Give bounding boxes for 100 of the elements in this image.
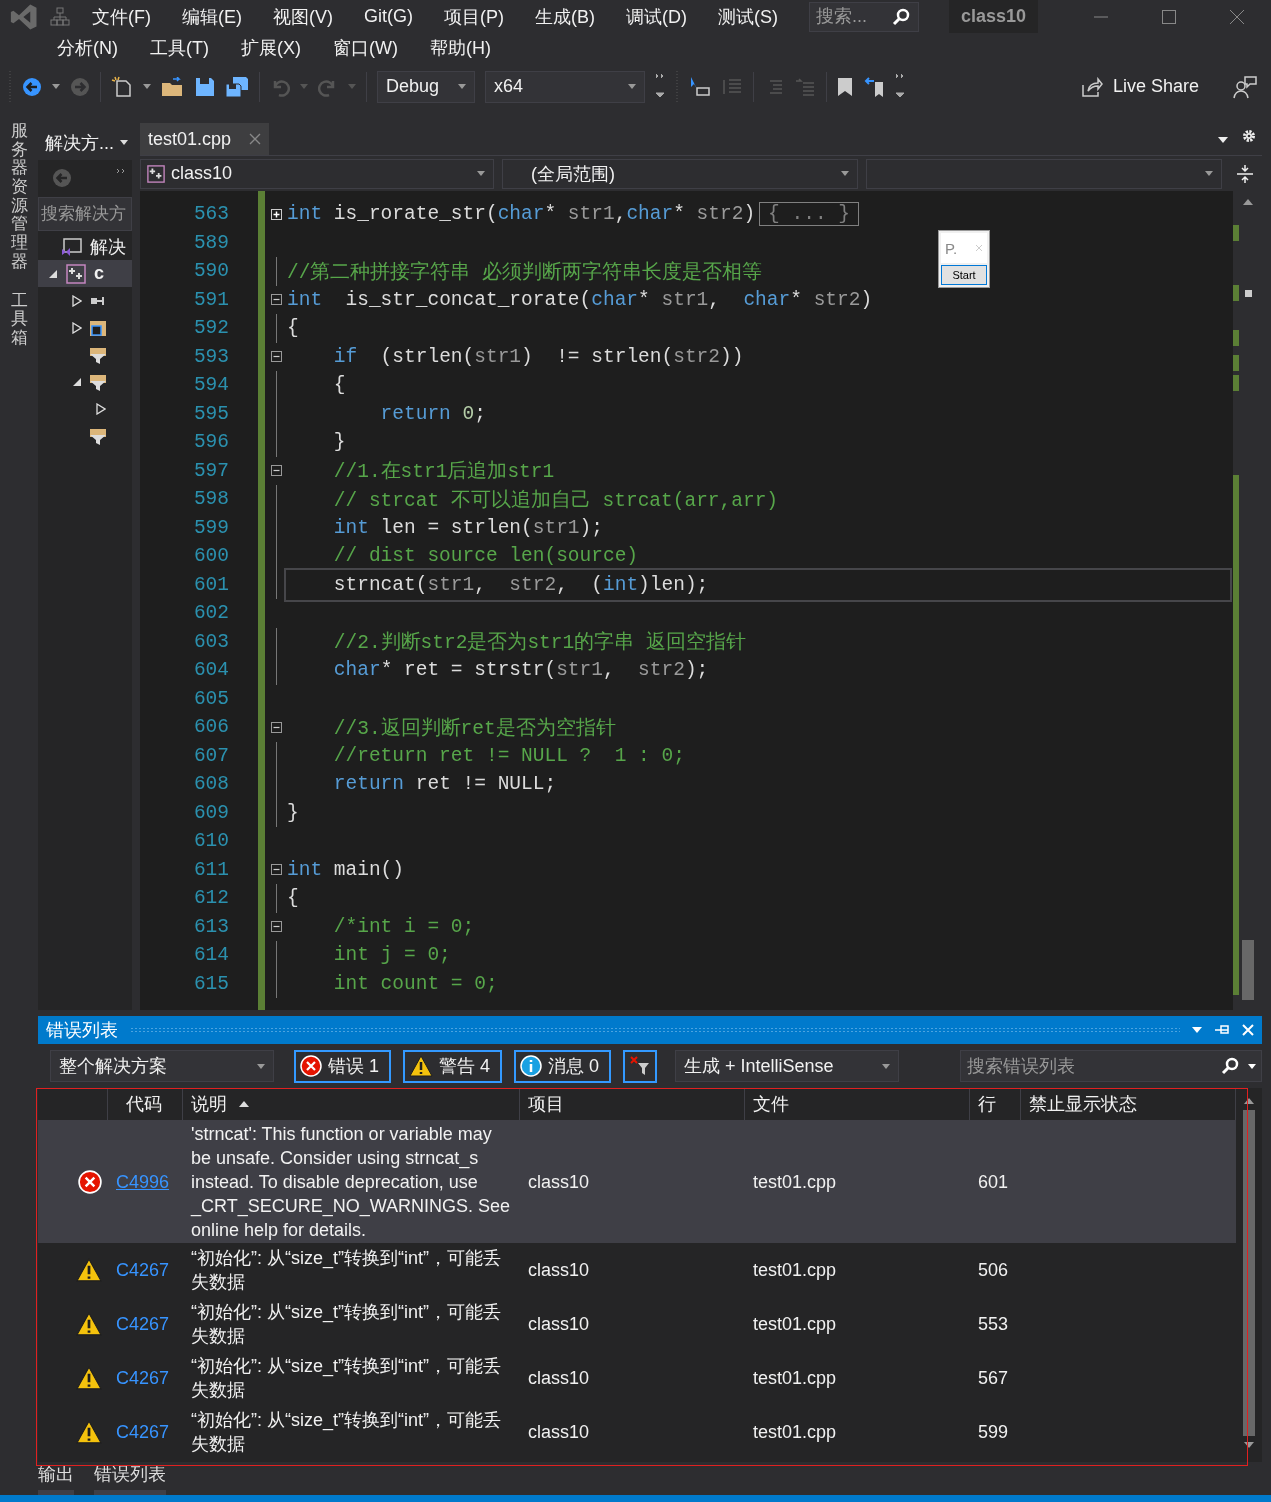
collapse-arrow-icon[interactable] [48, 268, 58, 279]
pin-icon[interactable] [1214, 1024, 1230, 1036]
side-tab[interactable]: 服务器资源管理器 [10, 122, 28, 272]
caret-icon[interactable] [120, 140, 128, 145]
line-number: 599 [192, 516, 230, 539]
error-row[interactable]: C4267 “初始化”: 从“size_t”转换到“int”，可能丢失数据 class10 test01.cpp 567 [38, 1351, 1236, 1405]
column-header[interactable]: 禁止显示状态 [1021, 1088, 1236, 1120]
collapse-icon[interactable] [270, 351, 282, 363]
back-icon[interactable] [22, 76, 42, 97]
menu-item[interactable]: 编辑(E) [182, 4, 242, 29]
scope-dropdown[interactable]: class10 [140, 158, 494, 189]
overflow-icon[interactable] [116, 168, 126, 174]
scroll-thumb[interactable] [1242, 940, 1254, 1000]
bookmark-back-icon[interactable] [863, 75, 885, 98]
project-icon [66, 263, 86, 284]
column-header[interactable]: 说明 [183, 1088, 520, 1120]
scope-dropdown[interactable]: 整个解决方案 [50, 1050, 274, 1082]
error-description: “初始化”: 从“size_t”转换到“int”，可能丢失数据 [191, 1302, 501, 1346]
tree-label: 解决 [90, 235, 126, 259]
configuration-dropdown[interactable]: Debug [377, 70, 475, 103]
close-icon[interactable] [1229, 8, 1245, 25]
menu-item[interactable]: 扩展(X) [241, 36, 301, 60]
search-icon[interactable] [891, 6, 911, 27]
filter-toggle[interactable]: 消息 0 [514, 1049, 612, 1083]
error-code-link[interactable]: C4267 [116, 1422, 170, 1442]
expand-icon[interactable] [270, 208, 282, 220]
split-icon[interactable] [1236, 163, 1254, 184]
solution-icon [60, 236, 82, 257]
menu-item[interactable]: 窗口(W) [333, 36, 398, 60]
collapse-icon[interactable] [270, 294, 282, 306]
step-icon[interactable] [689, 75, 711, 98]
menu-item[interactable]: 文件(F) [92, 4, 151, 29]
column-header[interactable]: 文件 [745, 1088, 970, 1120]
menu-item[interactable]: 生成(B) [535, 4, 595, 29]
close-icon[interactable] [249, 133, 262, 145]
caret-icon[interactable] [1248, 1064, 1256, 1069]
error-code-link[interactable]: C4267 [116, 1260, 170, 1280]
collapse-arrow-icon[interactable] [72, 376, 82, 387]
error-icon [300, 1055, 322, 1077]
settings-icon[interactable] [1242, 129, 1256, 143]
save-all-icon[interactable] [225, 75, 249, 98]
collapse-icon[interactable] [270, 921, 282, 933]
folder-icon[interactable] [161, 76, 185, 97]
error-row[interactable]: C4267 “初始化”: 从“size_t”转换到“int”，可能丢失数据 class10 test01.cpp 506 [38, 1243, 1236, 1297]
collapse-icon[interactable] [270, 465, 282, 477]
bookmark-icon[interactable] [837, 76, 853, 97]
filter-toggle[interactable]: 错误 1 [294, 1049, 391, 1083]
clear-filter-button[interactable] [623, 1049, 658, 1083]
menu-item[interactable]: 帮助(H) [429, 36, 491, 60]
menu-item[interactable]: Git(G) [364, 6, 413, 27]
error-row[interactable]: C4996 'strncat': This function or variable may be unsafe. Consider using strncat_s instead. To disable deprecation, use _CRT_SECURE_NO_WARNINGS. See online help for details. class10 test01.cpp 601 [38, 1121, 1236, 1243]
menu-item[interactable]: 视图(V) [273, 4, 333, 29]
tree-item[interactable]: 解决 [38, 233, 132, 260]
line-number: 613 [192, 915, 230, 938]
code-line: } [332, 431, 346, 454]
search-icon[interactable] [1220, 1056, 1240, 1076]
error-row[interactable]: C4267 “初始化”: 从“size_t”转换到“int”，可能丢失数据 class10 test01.cpp 553 [38, 1297, 1236, 1351]
code-line: strncat(str1, str2, (int)len); [287, 570, 1229, 599]
line-number: 612 [192, 887, 230, 910]
search-field[interactable]: 搜索解决方 [38, 197, 132, 231]
live-share-button[interactable]: Live Share [1080, 76, 1199, 97]
side-tab[interactable]: 工具箱 [10, 291, 28, 348]
file-tab[interactable]: test01.cpp [140, 123, 270, 155]
save-icon[interactable] [195, 76, 215, 97]
menu-item[interactable]: 分析(N) [57, 36, 118, 60]
line-number: 592 [192, 317, 230, 340]
search-field[interactable]: 搜索... [809, 1, 919, 32]
maximize-icon[interactable] [1161, 8, 1177, 25]
new-item-icon[interactable] [111, 75, 133, 98]
start-button[interactable]: Start [941, 265, 987, 285]
feedback-icon[interactable] [1233, 74, 1257, 99]
scroll-down-icon[interactable] [1244, 1442, 1254, 1448]
source-dropdown[interactable]: 生成 + IntelliSense [675, 1050, 900, 1082]
platform-dropdown[interactable]: x64 [485, 70, 645, 103]
error-row[interactable]: C4267 “初始化”: 从“size_t”转换到“int”，可能丢失数据 class10 test01.cpp 599 [38, 1405, 1236, 1459]
collapse-icon[interactable] [270, 864, 282, 876]
error-code-link[interactable]: C4267 [116, 1368, 170, 1388]
column-header[interactable]: 行 [970, 1088, 1021, 1120]
column-header[interactable]: 代码 [108, 1088, 183, 1120]
warning-icon [76, 1258, 102, 1282]
expand-arrow-icon[interactable] [72, 294, 82, 307]
tree-item[interactable]: c [38, 260, 132, 287]
column-header[interactable]: 项目 [520, 1088, 745, 1120]
menu-item[interactable]: 项目(P) [444, 4, 504, 29]
menu-item[interactable]: 调试(D) [626, 4, 687, 29]
expand-arrow-icon[interactable] [72, 321, 82, 334]
filter-toggle[interactable]: 警告 4 [403, 1049, 503, 1083]
filter-folder-icon [90, 345, 106, 364]
scroll-up-icon[interactable] [1242, 199, 1253, 205]
error-code-link[interactable]: C4267 [116, 1314, 170, 1334]
scroll-up-icon[interactable] [1244, 1098, 1254, 1104]
search-field[interactable]: 搜索错误列表 [960, 1050, 1262, 1082]
caret-icon[interactable] [1218, 137, 1228, 143]
scope-dropdown[interactable]: (全局范围) [502, 158, 858, 189]
line-number: 602 [192, 602, 230, 625]
menu-item[interactable]: 测试(S) [718, 4, 778, 29]
line-number: 609 [192, 801, 230, 824]
collapse-icon[interactable] [270, 721, 282, 733]
menu-item[interactable]: 工具(T) [150, 36, 209, 60]
expand-arrow-icon[interactable] [96, 402, 106, 415]
